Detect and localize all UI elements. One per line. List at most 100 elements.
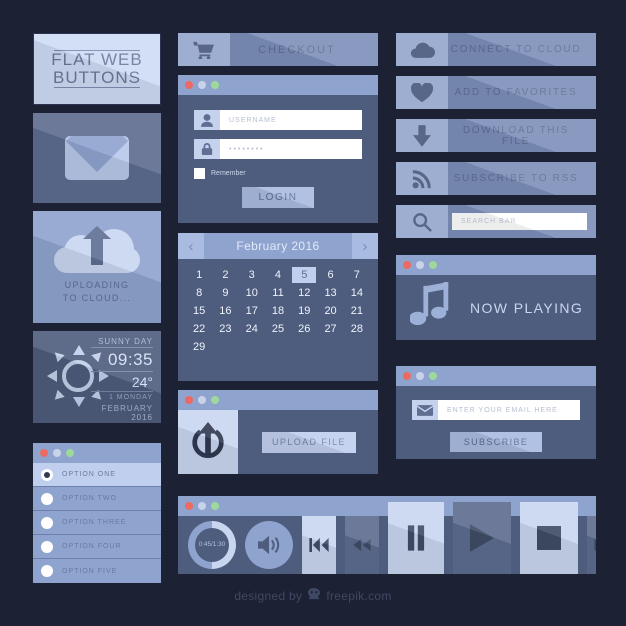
subscribe-button[interactable]: SUBSCRIBE [450, 432, 542, 452]
stop-button[interactable] [520, 502, 578, 574]
calendar-day[interactable]: 12 [292, 285, 316, 301]
progress-knob[interactable]: 0:45/1:30 [188, 521, 236, 569]
radio-icon [41, 540, 53, 553]
close-dot-icon[interactable] [40, 449, 48, 457]
email-placeholder: ENTER YOUR EMAIL HERE [447, 406, 558, 414]
calendar-day[interactable]: 11 [266, 285, 290, 301]
play-button[interactable] [453, 502, 511, 574]
radio-label: OPTION FOUR [62, 543, 122, 550]
calendar-day[interactable]: 19 [292, 303, 316, 319]
calendar-day[interactable]: 4 [266, 267, 290, 283]
close-dot-icon[interactable] [185, 502, 193, 510]
volume-knob[interactable] [245, 521, 293, 569]
calendar-day[interactable]: 15 [187, 303, 211, 319]
footer-credit: designed by freepik.com [0, 588, 626, 603]
calendar-day[interactable]: 28 [345, 321, 369, 337]
title-line-2: BUTTONS [53, 68, 141, 87]
chevron-left-icon[interactable]: ‹ [178, 233, 204, 259]
button-label: CONNECT TO CLOUD [450, 44, 582, 55]
upload-file-label: UPLOAD FILE [272, 437, 346, 447]
download-arrow-icon [396, 119, 448, 152]
connect-to-cloud-button[interactable]: CONNECT TO CLOUD [396, 33, 596, 66]
mail-tile[interactable] [33, 113, 161, 203]
minimize-dot-icon[interactable] [198, 502, 206, 510]
maximize-dot-icon[interactable] [429, 372, 437, 380]
calendar-day[interactable]: 17 [240, 303, 264, 319]
password-field[interactable]: •••••••• [194, 139, 362, 159]
fast-forward-button[interactable] [587, 516, 596, 574]
radio-icon [41, 468, 53, 481]
download-this-file-button[interactable]: DOWNLOAD THIS FILE [396, 119, 596, 152]
search-bar-row[interactable]: SEARCH BAR [396, 205, 596, 238]
minimize-dot-icon[interactable] [198, 81, 206, 89]
previous-track-button[interactable] [302, 516, 336, 574]
calendar-day[interactable]: 24 [240, 321, 264, 337]
calendar-day[interactable]: 23 [213, 321, 237, 337]
calendar-day[interactable]: 6 [318, 267, 342, 283]
calendar-day[interactable]: 29 [187, 339, 211, 355]
upload-file-button[interactable]: UPLOAD FILE [262, 431, 356, 453]
radio-option-3[interactable]: OPTION THREE [33, 511, 161, 535]
radio-option-4[interactable]: OPTION FOUR [33, 535, 161, 559]
calendar-day[interactable]: 16 [213, 303, 237, 319]
minimize-dot-icon[interactable] [416, 372, 424, 380]
maximize-dot-icon[interactable] [211, 396, 219, 404]
cloud-upload-tile[interactable]: UPLOADING TO CLOUD... [33, 211, 161, 323]
power-upload-icon[interactable] [178, 410, 238, 474]
window-titlebar [396, 366, 596, 386]
calendar-day[interactable]: 3 [240, 267, 264, 283]
email-field[interactable]: ENTER YOUR EMAIL HERE [412, 400, 580, 420]
chevron-right-icon[interactable]: › [352, 233, 378, 259]
add-to-favorites-button[interactable]: ADD TO FAVORITES [396, 76, 596, 109]
radio-icon [41, 516, 53, 529]
radio-option-2[interactable]: OPTION TWO [33, 487, 161, 511]
calendar-day[interactable]: 1 [187, 267, 211, 283]
search-icon[interactable] [396, 205, 448, 238]
maximize-dot-icon[interactable] [211, 81, 219, 89]
maximize-dot-icon[interactable] [66, 449, 74, 457]
radio-option-1[interactable]: OPTION ONE [33, 463, 161, 487]
pause-button[interactable] [388, 502, 444, 574]
calendar-day[interactable]: 9 [213, 285, 237, 301]
calendar-day[interactable]: 18 [266, 303, 290, 319]
checkout-button[interactable]: CHECKOUT [178, 33, 378, 66]
radio-icon [41, 565, 53, 577]
freepik-logo-icon [307, 588, 321, 603]
subscribe-to-rss-button[interactable]: SUBSCRIBE TO RSS [396, 162, 596, 195]
calendar-day[interactable]: 10 [240, 285, 264, 301]
search-input[interactable]: SEARCH BAR [452, 213, 587, 230]
maximize-dot-icon[interactable] [429, 261, 437, 269]
minimize-dot-icon[interactable] [416, 261, 424, 269]
remember-row[interactable]: Remember [194, 168, 378, 179]
calendar-header: ‹ February 2016 › [178, 233, 378, 259]
close-dot-icon[interactable] [403, 372, 411, 380]
calendar-day[interactable]: 27 [318, 321, 342, 337]
close-dot-icon[interactable] [185, 81, 193, 89]
minimize-dot-icon[interactable] [53, 449, 61, 457]
username-field[interactable]: USERNAME [194, 110, 362, 130]
calendar-day[interactable]: 5 [292, 267, 317, 283]
calendar-day[interactable]: 8 [187, 285, 211, 301]
ui-kit-canvas: FLAT WEB BUTTONS UPLOADING TO CLOUD... S… [0, 0, 626, 626]
close-dot-icon[interactable] [403, 261, 411, 269]
remember-checkbox[interactable] [194, 168, 205, 179]
calendar-day[interactable]: 21 [345, 303, 369, 319]
button-label: SUBSCRIBE TO RSS [453, 173, 579, 184]
minimize-dot-icon[interactable] [198, 396, 206, 404]
calendar-day[interactable]: 22 [187, 321, 211, 337]
calendar-day[interactable]: 14 [345, 285, 369, 301]
calendar-day[interactable]: 26 [292, 321, 316, 337]
calendar-day[interactable]: 7 [345, 267, 369, 283]
radio-option-5[interactable]: OPTION FIVE [33, 559, 161, 583]
calendar-day[interactable]: 25 [266, 321, 290, 337]
rewind-button[interactable] [345, 516, 379, 574]
calendar-panel: ‹ February 2016 › 1 2 3 4 5 6 7 8 9 10 11 12 13 14 15 1… [178, 233, 378, 381]
calendar-day[interactable]: 13 [318, 285, 342, 301]
login-button[interactable]: LOGIN [242, 187, 314, 208]
password-value: •••••••• [229, 145, 265, 153]
maximize-dot-icon[interactable] [211, 502, 219, 510]
close-dot-icon[interactable] [185, 396, 193, 404]
radio-label: OPTION THREE [62, 519, 127, 526]
calendar-day[interactable]: 2 [213, 267, 237, 283]
calendar-day[interactable]: 20 [318, 303, 342, 319]
